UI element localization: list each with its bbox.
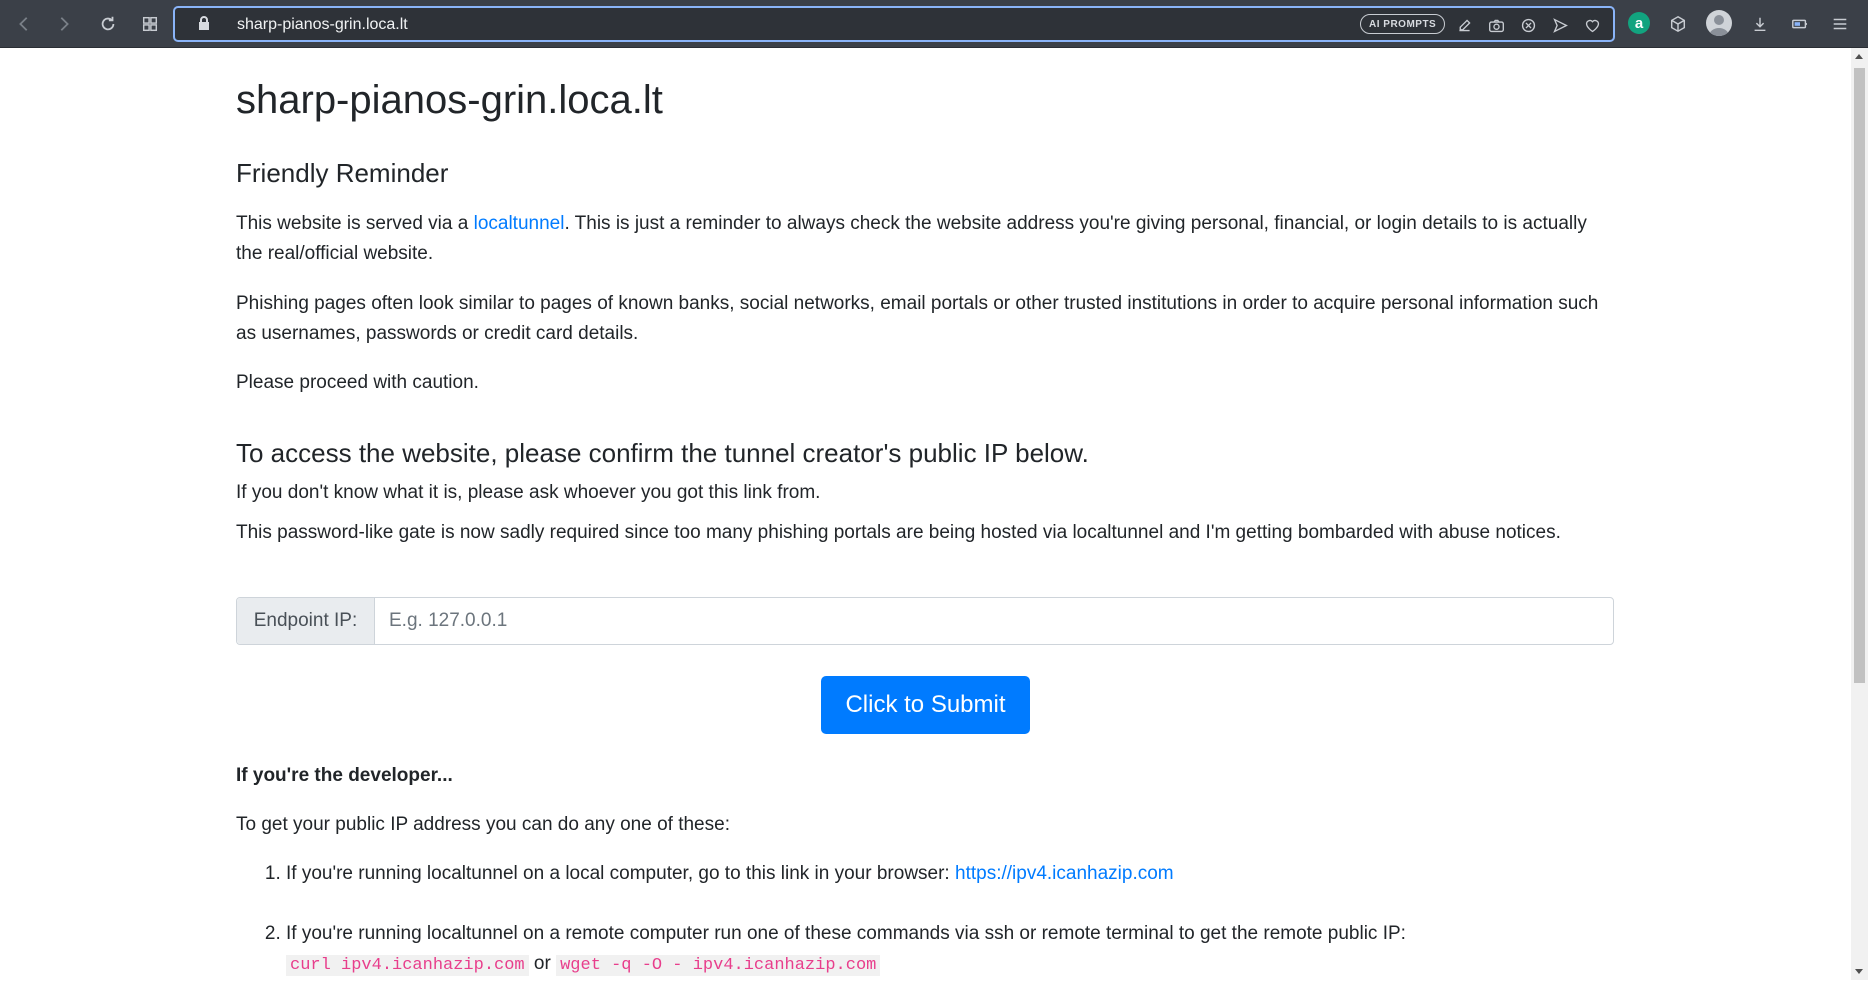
download-icon[interactable]: [1746, 10, 1774, 38]
shield-block-icon[interactable]: [1517, 14, 1539, 36]
lock-icon: [197, 15, 211, 36]
ai-prompts-button[interactable]: AI PROMPTS: [1360, 14, 1446, 34]
menu-icon[interactable]: [1826, 10, 1854, 38]
list-item: If you're running localtunnel on a remot…: [286, 919, 1614, 981]
scroll-thumb[interactable]: [1854, 68, 1865, 683]
avatar[interactable]: [1706, 10, 1732, 36]
developer-steps-list: If you're running localtunnel on a local…: [236, 859, 1614, 889]
tabs-grid-icon[interactable]: [136, 10, 164, 38]
edit-icon[interactable]: [1453, 14, 1475, 36]
camera-icon[interactable]: [1485, 14, 1507, 36]
back-icon[interactable]: [10, 10, 38, 38]
scroll-down-icon[interactable]: [1855, 969, 1863, 974]
cube-icon[interactable]: [1664, 10, 1692, 38]
developer-intro: To get your public IP address you can do…: [236, 814, 730, 835]
reminder-heading: Friendly Reminder: [236, 158, 449, 188]
step1-text: If you're running localtunnel on a local…: [286, 863, 955, 884]
reminder-paragraph: This website is served via a localtunnel…: [236, 209, 1614, 269]
caution-paragraph: Please proceed with caution.: [236, 372, 479, 393]
send-icon[interactable]: [1549, 14, 1571, 36]
or-text: or: [528, 953, 557, 974]
address-bar[interactable]: sharp-pianos-grin.loca.lt AI PROMPTS: [173, 6, 1615, 42]
step2-text: If you're running localtunnel on a remot…: [286, 923, 1406, 944]
endpoint-input-group: Endpoint IP:: [236, 597, 1614, 645]
reminder-text-start: This website is served via a: [236, 213, 474, 234]
icanhazip-link[interactable]: https://ipv4.icanhazip.com: [955, 863, 1174, 884]
reload-icon[interactable]: [94, 10, 122, 38]
extension-a-icon[interactable]: a: [1628, 12, 1650, 34]
submit-button[interactable]: Click to Submit: [821, 676, 1030, 734]
endpoint-label: Endpoint IP:: [237, 598, 375, 644]
localtunnel-link[interactable]: localtunnel: [474, 213, 565, 234]
list-item: If you're running localtunnel on a local…: [286, 859, 1614, 889]
url-text[interactable]: sharp-pianos-grin.loca.lt: [237, 16, 408, 34]
heart-icon[interactable]: [1581, 14, 1603, 36]
curl-command: curl ipv4.icanhazip.com: [286, 955, 529, 976]
forward-icon[interactable]: [50, 10, 78, 38]
vertical-scrollbar[interactable]: [1851, 48, 1868, 980]
browser-toolbar: sharp-pianos-grin.loca.lt AI PROMPTS a: [0, 0, 1868, 48]
endpoint-ip-input[interactable]: [375, 598, 1613, 644]
wget-command: wget -q -O - ipv4.icanhazip.com: [556, 955, 881, 976]
page-title: sharp-pianos-grin.loca.lt: [236, 78, 663, 122]
access-info-paragraph: If you don't know what it is, please ask…: [236, 482, 821, 503]
developer-steps-list-continued: If you're running localtunnel on a remot…: [236, 919, 1614, 981]
scroll-up-icon[interactable]: [1855, 54, 1863, 59]
gate-notice-paragraph: This password-like gate is now sadly req…: [236, 522, 1561, 543]
battery-icon[interactable]: [1786, 10, 1814, 38]
access-heading: To access the website, please confirm th…: [236, 438, 1089, 468]
developer-heading: If you're the developer...: [236, 765, 453, 786]
phishing-paragraph: Phishing pages often look similar to pag…: [236, 293, 1599, 344]
